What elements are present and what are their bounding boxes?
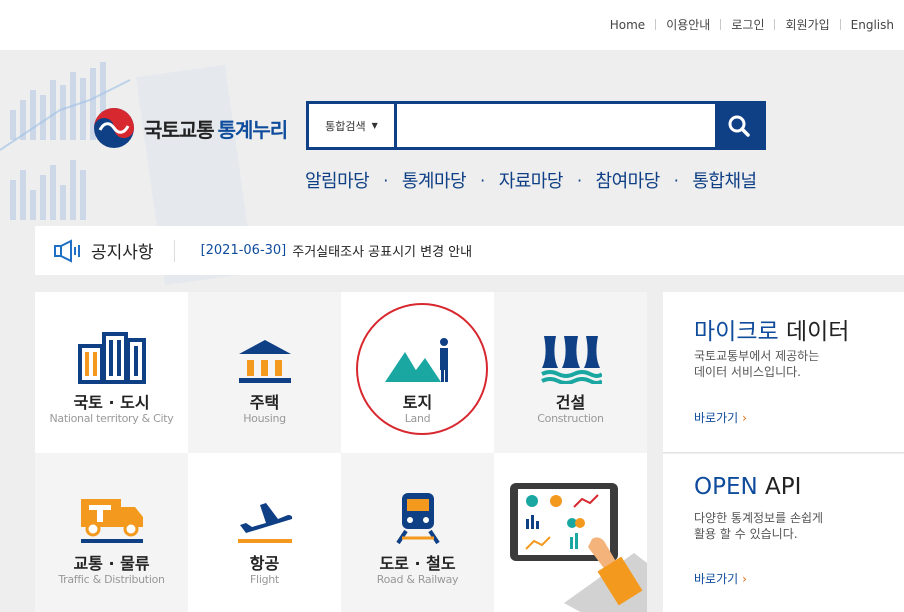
open-api-panel[interactable]: OPEN API 다양한 통계정보를 손쉽게 활용 할 수 있습니다. 바로가기…	[663, 454, 904, 612]
nav-integrated-channel[interactable]: 통합채널	[692, 167, 757, 193]
nav-separator: ·	[673, 170, 679, 190]
tablet-chart-illustration	[510, 483, 647, 612]
category-traffic-distribution[interactable]: 교통 · 물류 Traffic & Distribution	[35, 453, 188, 612]
signup-link[interactable]: 회원가입	[775, 16, 839, 33]
open-api-more-link[interactable]: 바로가기 ›	[694, 570, 747, 587]
category-label: 건설	[555, 393, 586, 412]
buildings-icon	[35, 320, 188, 384]
panel-title: OPEN API	[694, 474, 801, 500]
category-land-city[interactable]: 국토 · 도시 National territory & City	[35, 292, 188, 453]
logo-highlight: 통계누리	[217, 117, 289, 142]
panel-desc-line: 활용 할 수 있습니다.	[694, 527, 798, 541]
utility-bar: Home 이용안내 로그인 회원가입 English	[0, 0, 904, 50]
nav-separator: ·	[576, 170, 582, 190]
nav-resources[interactable]: 자료마당	[499, 167, 564, 193]
category-sublabel: Construction	[537, 412, 604, 425]
panel-description: 다양한 통계정보를 손쉽게 활용 할 수 있습니다.	[694, 510, 823, 542]
category-sublabel: Housing	[243, 412, 286, 425]
nav-separator: ·	[480, 170, 485, 190]
panel-desc-line: 국토교통부에서 제공하는	[694, 349, 820, 363]
logo-prefix: 국토교통	[144, 117, 215, 142]
more-label: 바로가기	[694, 572, 739, 586]
panel-title-rest: API	[757, 474, 802, 500]
home-link[interactable]: Home	[600, 18, 655, 32]
taegeuk-logo-icon	[94, 108, 134, 148]
notice-headline[interactable]: 주거실태조사 공표시기 변경 안내	[292, 241, 472, 260]
category-sublabel: Flight	[250, 573, 279, 586]
dam-icon	[494, 320, 647, 384]
tablet-illustration-tile	[494, 453, 647, 612]
guide-link[interactable]: 이용안내	[656, 16, 720, 33]
chevron-right-icon: ›	[742, 411, 747, 425]
divider	[173, 239, 175, 262]
category-sublabel: Traffic & Distribution	[58, 573, 165, 586]
category-sublabel: Land	[404, 412, 431, 425]
panel-title-highlight: OPEN	[694, 474, 758, 500]
house-icon	[188, 320, 341, 384]
chevron-right-icon: ›	[742, 572, 747, 586]
notice-date[interactable]: [2021-06-30]	[201, 243, 287, 258]
mountain-icon	[341, 320, 494, 384]
site-logo[interactable]: 국토교통 통계누리	[92, 106, 289, 150]
more-label: 바로가기	[694, 411, 739, 425]
truck-icon	[35, 481, 188, 545]
search-button[interactable]	[715, 104, 763, 147]
panel-description: 국토교통부에서 제공하는 데이터 서비스입니다.	[694, 348, 819, 380]
search-icon	[728, 115, 750, 137]
panel-desc-line: 데이터 서비스입니다.	[694, 365, 801, 379]
category-housing[interactable]: 주택 Housing	[188, 292, 341, 453]
search-scope-label: 통합검색	[325, 119, 366, 133]
train-icon	[341, 481, 494, 545]
panel-desc-line: 다양한 통계정보를 손쉽게	[694, 511, 824, 525]
notice-title[interactable]: 공지사항	[91, 238, 154, 263]
main-nav: 알림마당 · 통계마당 · 자료마당 · 참여마당 · 통합채널	[305, 167, 757, 193]
micro-data-more-link[interactable]: 바로가기 ›	[694, 409, 747, 426]
panel-title-highlight: 마이크로	[694, 319, 779, 345]
category-construction[interactable]: 건설 Construction	[494, 292, 647, 453]
search-input[interactable]	[397, 104, 715, 147]
nav-separator: ·	[383, 170, 388, 190]
nav-statistics[interactable]: 통계마당	[402, 167, 467, 193]
category-sublabel: National territory & City	[49, 412, 174, 425]
category-label: 교통 · 물류	[73, 554, 150, 573]
category-label: 주택	[249, 393, 280, 412]
search-scope-select[interactable]: 통합검색 ▼	[309, 104, 397, 147]
category-label: 항공	[249, 554, 280, 573]
category-land[interactable]: 토지 Land	[341, 292, 494, 453]
nav-notice[interactable]: 알림마당	[305, 167, 370, 193]
airplane-icon	[188, 481, 341, 545]
megaphone-icon	[54, 238, 80, 263]
panel-title-rest: 데이터	[778, 319, 850, 345]
utility-nav: Home 이용안내 로그인 회원가입 English	[600, 16, 904, 33]
category-flight[interactable]: 항공 Flight	[188, 453, 341, 612]
logo-text: 국토교통 통계누리	[144, 114, 289, 143]
category-label: 국토 · 도시	[73, 393, 150, 412]
category-road-railway[interactable]: 도로 · 철도 Road & Railway	[341, 453, 494, 612]
category-label: 도로 · 철도	[379, 554, 456, 573]
notice-bar: 공지사항 [2021-06-30] 주거실태조사 공표시기 변경 안내	[35, 226, 904, 275]
search-bar: 통합검색 ▼	[306, 101, 766, 150]
category-label: 토지	[402, 393, 433, 412]
category-sublabel: Road & Railway	[376, 573, 459, 586]
micro-data-panel[interactable]: 마이크로 데이터 국토교통부에서 제공하는 데이터 서비스입니다. 바로가기 ›	[663, 292, 904, 453]
english-link[interactable]: English	[841, 18, 904, 32]
caret-down-icon: ▼	[371, 121, 378, 130]
nav-participation[interactable]: 참여마당	[596, 167, 661, 193]
login-link[interactable]: 로그인	[721, 16, 774, 33]
panel-title: 마이크로 데이터	[694, 312, 849, 346]
